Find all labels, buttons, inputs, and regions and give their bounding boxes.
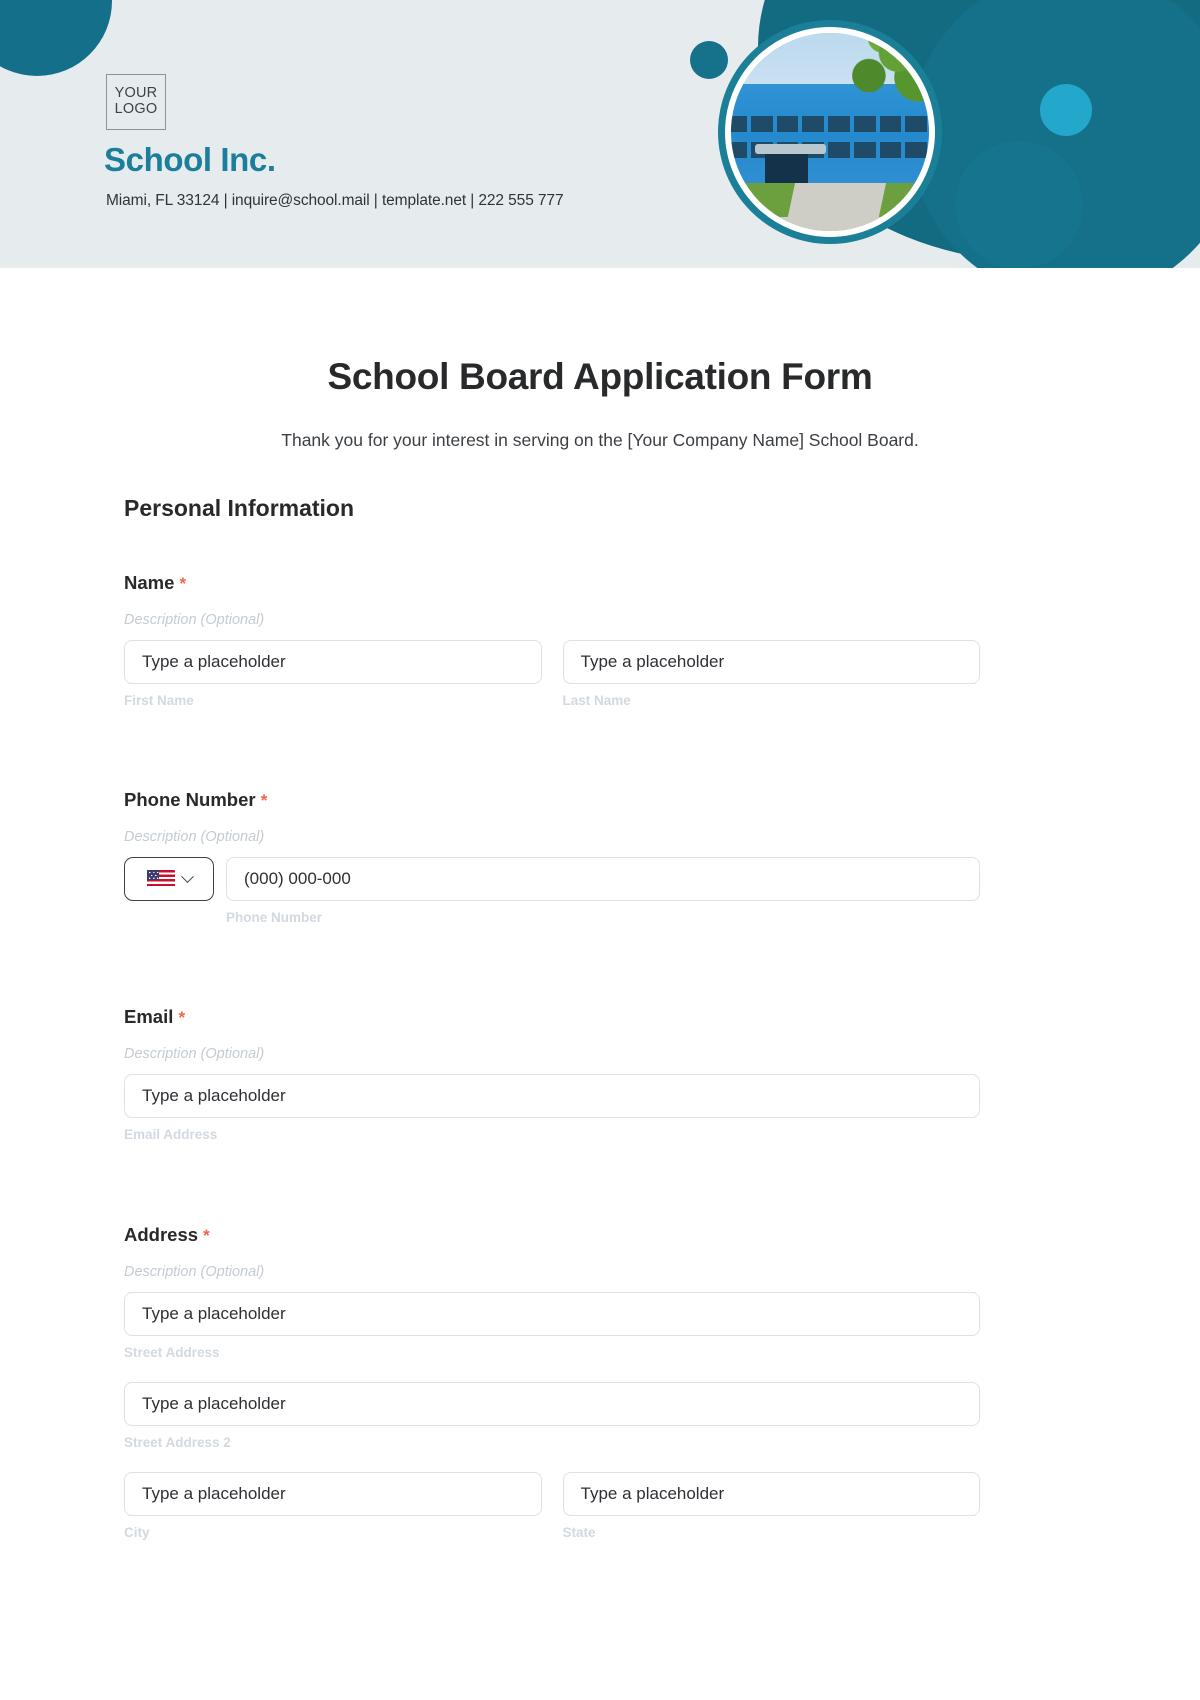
logo-line-2: LOGO: [114, 101, 158, 117]
sub-label-state: State: [562, 1525, 596, 1540]
photo-tree: [837, 33, 929, 113]
last-name-group: Last Name: [562, 640, 980, 708]
phone-input-row: [124, 857, 980, 901]
state-group: State: [562, 1472, 980, 1540]
label-text: Address: [124, 1224, 199, 1245]
first-name-input[interactable]: [124, 640, 542, 684]
decorative-circle-top-left: [0, 0, 112, 76]
field-label-address: Address *: [124, 1224, 980, 1246]
street-address-input[interactable]: [124, 1292, 980, 1336]
decorative-circle-medium: [955, 141, 1083, 268]
school-photo-frame: [718, 20, 942, 244]
page-subtitle: Thank you for your interest in serving o…: [281, 430, 919, 450]
us-flag-icon: [146, 870, 175, 888]
field-address: Address * Description (Optional) Street …: [124, 1224, 980, 1540]
sub-label-email-address: Email Address: [124, 1127, 218, 1142]
photo-sidewalk: [731, 217, 929, 231]
street-address-2-input[interactable]: [124, 1382, 980, 1426]
section-title-personal-information: Personal Information: [124, 495, 355, 521]
required-marker: *: [178, 1008, 186, 1027]
sub-label-street-address: Street Address: [124, 1345, 220, 1360]
required-marker: *: [260, 791, 268, 810]
state-input[interactable]: [562, 1472, 980, 1516]
field-email: Email * Description (Optional) Email Add…: [124, 1006, 980, 1142]
sub-label-street-address-2: Street Address 2: [124, 1435, 231, 1450]
page-header: YOUR LOGO School Inc. Miami, FL 33124 | …: [0, 0, 1200, 268]
city-input[interactable]: [124, 1472, 542, 1516]
form-page: YOUR LOGO School Inc. Miami, FL 33124 | …: [0, 0, 1200, 1700]
country-code-select[interactable]: [124, 857, 214, 901]
decorative-circle-cyan: [1040, 84, 1092, 136]
company-contact-line: Miami, FL 33124 | inquire@school.mail | …: [106, 192, 564, 209]
field-label-email: Email *: [124, 1006, 980, 1028]
first-name-group: First Name: [124, 640, 542, 708]
email-input[interactable]: [124, 1074, 980, 1118]
city-group: City: [124, 1472, 542, 1540]
field-phone-number: Phone Number * Description (Optional) Ph…: [124, 789, 980, 925]
photo-window-row-upper: [731, 116, 929, 132]
name-input-row: First Name Last Name: [124, 640, 980, 708]
required-marker: *: [179, 574, 187, 593]
decorative-dot-small: [690, 41, 728, 79]
logo-placeholder: YOUR LOGO: [106, 74, 166, 130]
field-name: Name * Description (Optional) First Name…: [124, 572, 980, 708]
sub-label-city: City: [124, 1525, 150, 1540]
field-description-name: Description (Optional): [124, 612, 265, 628]
city-state-row: City State: [124, 1472, 980, 1540]
company-name: School Inc.: [104, 141, 276, 178]
phone-number-input[interactable]: [226, 857, 980, 901]
chevron-down-icon: [180, 869, 194, 883]
sub-label-phone-number: Phone Number: [226, 910, 323, 925]
field-label-phone-number: Phone Number *: [124, 789, 980, 811]
sub-label-last-name: Last Name: [562, 693, 631, 708]
label-text: Phone Number: [124, 789, 256, 810]
school-building-photo: [725, 27, 935, 237]
field-description-phone-number: Description (Optional): [124, 829, 265, 845]
page-title: School Board Application Form: [327, 356, 873, 397]
last-name-input[interactable]: [562, 640, 980, 684]
sub-label-first-name: First Name: [124, 693, 194, 708]
logo-line-1: YOUR: [114, 85, 158, 102]
required-marker: *: [203, 1226, 210, 1245]
label-text: Email: [124, 1006, 174, 1027]
field-description-address: Description (Optional): [124, 1264, 265, 1280]
photo-entrance-canopy: [754, 143, 827, 154]
field-label-name: Name *: [124, 572, 980, 594]
label-text: Name: [124, 572, 175, 593]
field-description-email: Description (Optional): [124, 1046, 265, 1062]
